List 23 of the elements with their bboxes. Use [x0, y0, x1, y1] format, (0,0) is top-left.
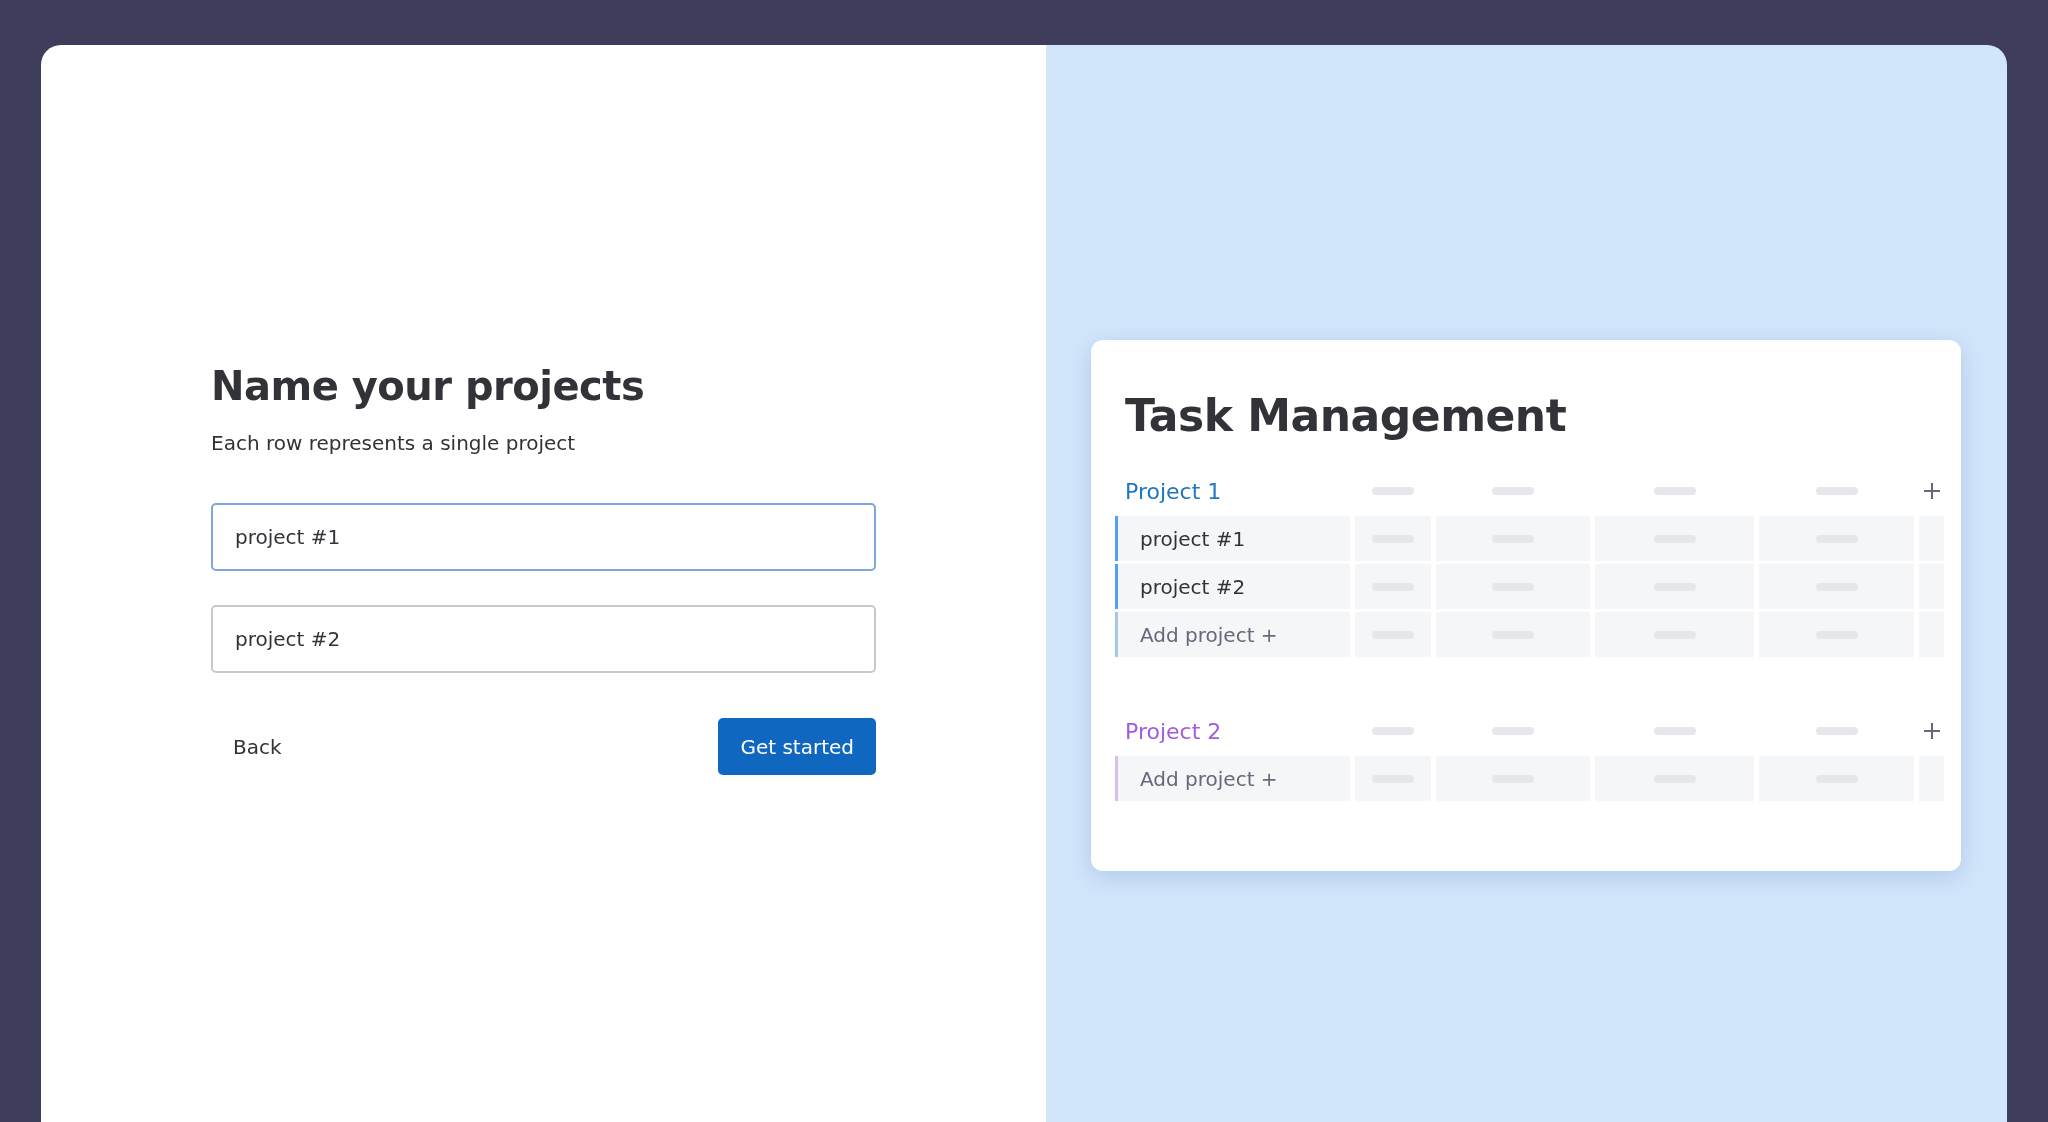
project-name-cell: project #2: [1115, 564, 1350, 609]
back-button[interactable]: Back: [211, 724, 304, 769]
get-started-button[interactable]: Get started: [718, 718, 876, 775]
skeleton-placeholder: [1653, 727, 1696, 735]
skeleton-placeholder: [1815, 727, 1858, 735]
skeleton-placeholder: [1815, 487, 1858, 495]
subtitle: Each row represents a single project: [211, 431, 577, 455]
skeleton-placeholder: [1492, 727, 1534, 735]
project-name-field[interactable]: project #1: [211, 503, 876, 571]
skeleton-placeholder: [1372, 487, 1414, 495]
group-title: Project 1: [1124, 478, 1223, 504]
group-title: Project 2: [1124, 718, 1223, 744]
project-name-field[interactable]: project #2: [211, 605, 876, 673]
add-project-link[interactable]: Add project +: [1115, 756, 1350, 801]
skeleton-placeholder: [1492, 487, 1534, 495]
add-icon[interactable]: [1922, 722, 1941, 740]
add-icon[interactable]: [1922, 482, 1941, 500]
project-name-cell: project #1: [1115, 516, 1350, 561]
board-title: Task Management: [1125, 390, 1568, 441]
skeleton-placeholder: [1653, 487, 1696, 495]
add-project-link[interactable]: Add project +: [1115, 612, 1350, 657]
skeleton-placeholder: [1372, 727, 1414, 735]
page-title: Name your projects: [211, 363, 646, 409]
